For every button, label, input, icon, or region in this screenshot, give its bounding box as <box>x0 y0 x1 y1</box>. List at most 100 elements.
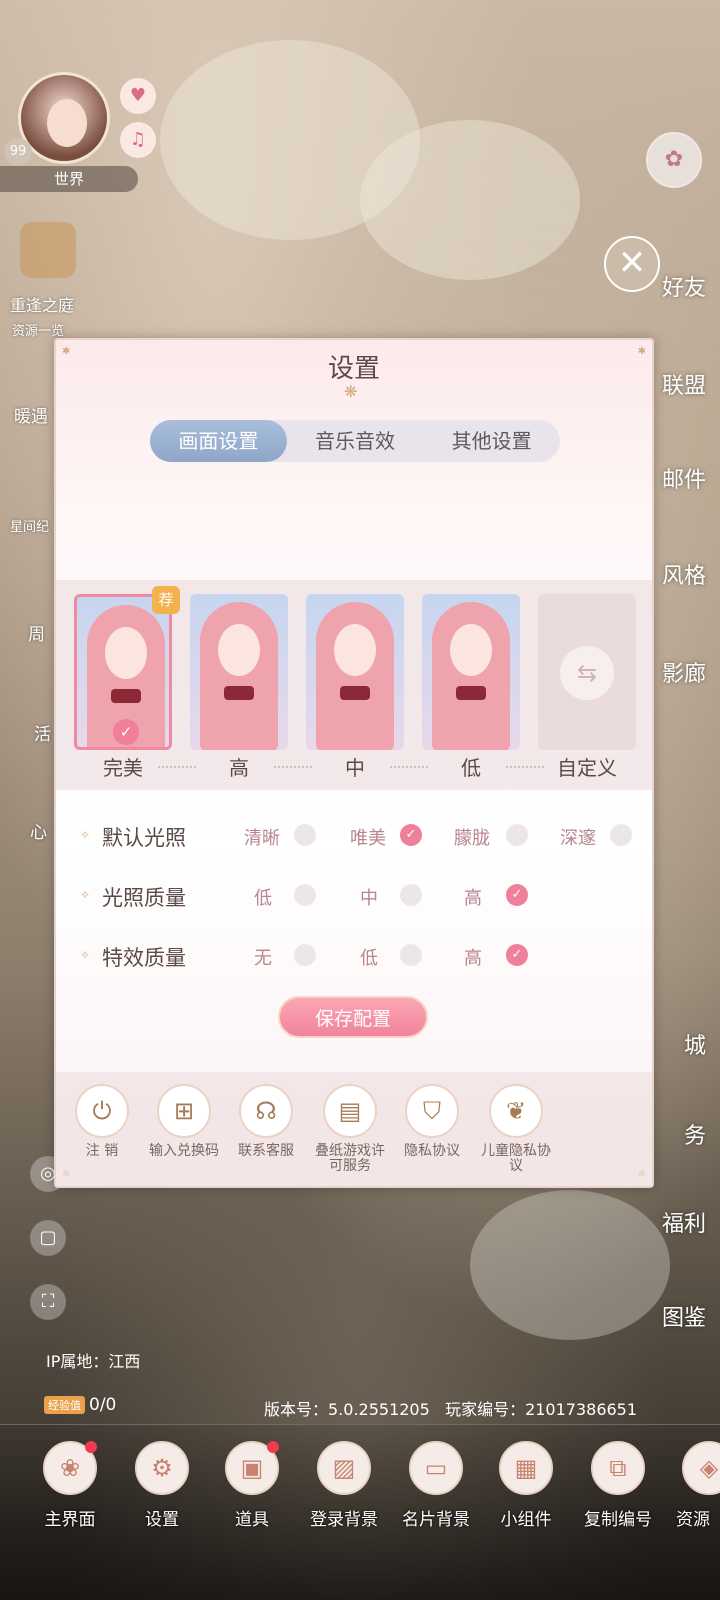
player-id: 玩家编号：21017386651 <box>445 1400 638 1419</box>
tasks-label[interactable]: 务 <box>684 1118 706 1150</box>
mail-label[interactable]: 邮件 <box>662 462 706 494</box>
preset-label: 自定义 <box>557 756 617 780</box>
quality-preset-custom[interactable]: ⇆ <box>538 594 636 750</box>
quality-preset-low[interactable] <box>422 594 520 750</box>
power-icon: ⏻ <box>75 1084 129 1138</box>
action-label: 儿童隐私协议 <box>481 1143 551 1174</box>
chat-icon[interactable]: ▢ <box>30 1220 66 1256</box>
heart-icon[interactable]: ♥ <box>120 78 156 114</box>
welfare-label[interactable]: 福利 <box>662 1206 706 1238</box>
dock-item-settings[interactable]: ⚙ 设置 <box>116 1441 208 1530</box>
radio-deep[interactable] <box>610 824 632 846</box>
flower-ornament-icon: ❋ <box>344 382 358 401</box>
home-icon: ❀ <box>43 1441 97 1495</box>
privacy-button[interactable]: ⛉ 隐私协议 <box>392 1084 472 1159</box>
quality-preset-medium[interactable] <box>306 594 404 750</box>
tab-other[interactable]: 其他设置 <box>423 420 560 462</box>
option-label: 低 <box>254 888 272 909</box>
city-label[interactable]: 城 <box>684 1028 706 1060</box>
exp-display: 经验值 0/0 <box>44 1395 116 1415</box>
license-button[interactable]: ▤ 叠纸游戏许可服务 <box>310 1084 390 1174</box>
music-icon[interactable]: ♫ <box>120 122 156 158</box>
option-label: 无 <box>254 948 272 969</box>
ip-location: IP属地：江西 <box>46 1352 141 1371</box>
child-privacy-button[interactable]: ❦ 儿童隐私协议 <box>476 1084 556 1174</box>
friends-label[interactable]: 好友 <box>662 270 706 302</box>
character-face <box>334 624 376 676</box>
exp-value: 0/0 <box>89 1395 117 1415</box>
dock-item-login-bg[interactable]: ▨ 登录背景 <box>298 1441 390 1530</box>
dock-label: 名片背景 <box>402 1510 470 1530</box>
radio-high[interactable]: ✓ <box>506 944 528 966</box>
widget-icon: ▦ <box>499 1441 553 1495</box>
option-title: 特效质量 <box>102 946 186 970</box>
dock-item-resources[interactable]: ◈ 资源 <box>664 1441 720 1530</box>
radio-beautiful[interactable]: ✓ <box>400 824 422 846</box>
character-face <box>218 624 260 676</box>
option-label: 清晰 <box>244 828 280 849</box>
tab-graphics[interactable]: 画面设置 <box>150 420 287 462</box>
redeem-code-button[interactable]: ⊞ 输入兑换码 <box>144 1084 224 1159</box>
gallery-label[interactable]: 影廊 <box>662 656 706 688</box>
dock-label: 小组件 <box>500 1510 552 1530</box>
save-config-button[interactable]: 保存配置 <box>278 996 428 1038</box>
card-icon: ▭ <box>409 1441 463 1495</box>
radio-high[interactable]: ✓ <box>506 884 528 906</box>
star-label[interactable]: 星间纪 <box>10 516 49 535</box>
option-label: 低 <box>360 948 378 969</box>
close-icon[interactable]: ✕ <box>604 236 660 292</box>
quality-preset-strip: ✓ 荐 ⇆ 完美 高 中 低 自定义 <box>56 580 652 790</box>
radio-none[interactable] <box>294 944 316 966</box>
resources-icon: ◈ <box>682 1441 720 1495</box>
codex-label[interactable]: 图鉴 <box>662 1300 706 1332</box>
bullet-icon: ✧ <box>80 828 91 842</box>
customer-service-button[interactable]: ☊ 联系客服 <box>226 1084 306 1159</box>
character-bow <box>224 686 254 700</box>
action-label: 隐私协议 <box>404 1143 460 1159</box>
quality-preset-high[interactable] <box>190 594 288 750</box>
style-label[interactable]: 风格 <box>662 558 706 590</box>
event-icon[interactable] <box>20 222 76 278</box>
warm-label[interactable]: 暖遇 <box>14 402 48 427</box>
activity-label[interactable]: 活 <box>34 720 51 745</box>
heart-label[interactable]: 心 <box>30 818 47 843</box>
dock-item-items[interactable]: ▣ 道具 <box>206 1441 298 1530</box>
weekly-label[interactable]: 周 <box>28 620 45 645</box>
action-label: 联系客服 <box>238 1143 294 1159</box>
alliance-label[interactable]: 联盟 <box>662 368 706 400</box>
logout-button[interactable]: ⏻ 注 销 <box>62 1084 142 1159</box>
world-chat-button[interactable]: 世界 <box>0 166 138 192</box>
character-bow <box>340 686 370 700</box>
dock-label: 登录背景 <box>310 1510 378 1530</box>
option-title: 默认光照 <box>102 826 186 850</box>
bag-icon: ▣ <box>225 1441 279 1495</box>
option-label: 朦胧 <box>454 828 490 849</box>
notification-dot <box>85 1441 97 1453</box>
dock-item-card-bg[interactable]: ▭ 名片背景 <box>390 1441 482 1530</box>
wardrobe-icon[interactable]: ✿ <box>646 132 702 188</box>
level-badge: 99 <box>4 138 32 166</box>
option-label: 中 <box>360 888 378 909</box>
fullscreen-icon[interactable]: ⛶ <box>30 1284 66 1320</box>
radio-hazy[interactable] <box>506 824 528 846</box>
option-title: 光照质量 <box>102 886 186 910</box>
dock-item-copy-id[interactable]: ⧉ 复制编号 <box>572 1441 664 1530</box>
bullet-icon: ✧ <box>80 948 91 962</box>
dock-label: 道具 <box>235 1510 269 1530</box>
resources-label[interactable]: 资源一览 <box>12 320 64 339</box>
bottom-dock: ❀ 主界面 ⚙ 设置 ▣ 道具 ▨ 登录背景 ▭ 名片背景 ▦ 小组件 ⧉ 复制… <box>0 1424 720 1600</box>
radio-low[interactable] <box>294 884 316 906</box>
dock-item-widget[interactable]: ▦ 小组件 <box>480 1441 572 1530</box>
image-icon: ▨ <box>317 1441 371 1495</box>
settings-title: 设置 <box>327 354 380 384</box>
radio-clear[interactable] <box>294 824 316 846</box>
copy-icon: ⧉ <box>591 1441 645 1495</box>
version-number: 版本号：5.0.2551205 <box>264 1400 430 1419</box>
quality-preset-perfect[interactable]: ✓ <box>74 594 172 750</box>
dock-item-home[interactable]: ❀ 主界面 <box>24 1441 116 1530</box>
radio-low[interactable] <box>400 944 422 966</box>
dock-label: 主界面 <box>44 1510 96 1530</box>
tab-audio[interactable]: 音乐音效 <box>287 420 424 462</box>
character-face <box>450 624 492 676</box>
radio-medium[interactable] <box>400 884 422 906</box>
